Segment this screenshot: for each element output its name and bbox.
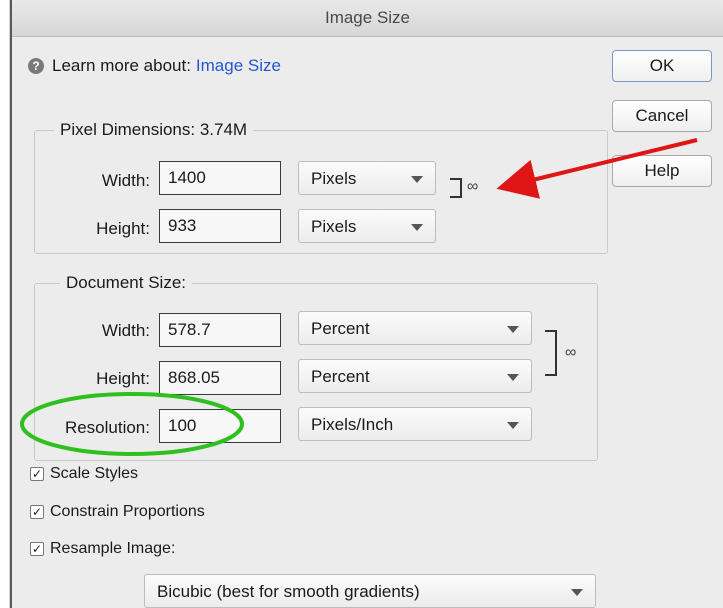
check-icon: ✓ [31,467,43,481]
stage: Image Size ? Learn more about: Image Siz… [0,0,723,608]
resample-image-label: Resample Image: [50,540,176,557]
constrain-proportions-label: Constrain Proportions [50,503,205,520]
doc-height-unit-value: Percent [311,367,370,386]
help-button[interactable]: Help [612,155,712,187]
chain-link-icon[interactable]: ∞ [565,344,576,362]
triangle-down-icon [507,374,519,381]
cancel-button[interactable]: Cancel [612,100,712,132]
doc-width-label: Width: [101,321,150,340]
pixel-link-bracket [450,178,462,198]
triangle-down-icon [411,176,423,183]
question-circle-icon: ? [28,58,44,74]
doc-width-input[interactable] [159,313,281,347]
resolution-unit-select[interactable]: Pixels/Inch [298,407,532,441]
triangle-down-icon [507,326,519,333]
dialog-titlebar[interactable]: Image Size [12,0,723,37]
resample-method-value: Bicubic (best for smooth gradients) [157,582,420,601]
pixel-width-unit-select[interactable]: Pixels [298,161,436,195]
pixel-dimensions-title: Pixel Dimensions: 3.74M [54,120,254,140]
pixel-width-input[interactable] [159,161,281,195]
triangle-down-icon [411,224,423,231]
ok-button[interactable]: OK [612,50,712,82]
scale-styles-option[interactable]: ✓ Scale Styles [30,465,138,483]
doc-height-input[interactable] [159,361,281,395]
doc-width-unit-select[interactable]: Percent [298,311,532,345]
constrain-proportions-option[interactable]: ✓ Constrain Proportions [30,503,205,521]
pixel-width-label: Width: [101,171,150,190]
resolution-input[interactable] [159,409,281,443]
learn-more-line: ? Learn more about: Image Size [28,56,281,76]
learn-more-prefix: Learn more about: [52,56,191,75]
resample-image-checkbox[interactable]: ✓ [30,542,44,556]
resample-method-select[interactable]: Bicubic (best for smooth gradients) [144,574,596,608]
check-icon: ✓ [31,505,43,519]
pixel-width-unit-value: Pixels [311,169,357,188]
constrain-proportions-checkbox[interactable]: ✓ [30,505,44,519]
document-size-title: Document Size: [60,273,192,293]
pixel-height-input[interactable] [159,209,281,243]
doc-width-unit-value: Percent [311,319,370,338]
chain-link-icon[interactable]: ∞ [467,178,478,196]
pixel-height-unit-select[interactable]: Pixels [298,209,436,243]
triangle-down-icon [571,589,583,596]
pixel-height-label: Height: [96,219,150,238]
check-icon: ✓ [31,542,43,556]
resolution-label: Resolution: [64,418,150,437]
resolution-unit-value: Pixels/Inch [311,415,394,434]
pixel-height-unit-value: Pixels [311,217,357,236]
resample-image-option[interactable]: ✓ Resample Image: [30,540,175,558]
scale-styles-label: Scale Styles [50,465,139,482]
dialog-title: Image Size [324,8,411,27]
doc-height-unit-select[interactable]: Percent [298,359,532,393]
doc-link-bracket [545,330,557,376]
background-edge [0,0,10,608]
image-size-help-link[interactable]: Image Size [196,56,281,76]
triangle-down-icon [507,422,519,429]
doc-height-label: Height: [96,369,150,388]
scale-styles-checkbox[interactable]: ✓ [30,467,44,481]
